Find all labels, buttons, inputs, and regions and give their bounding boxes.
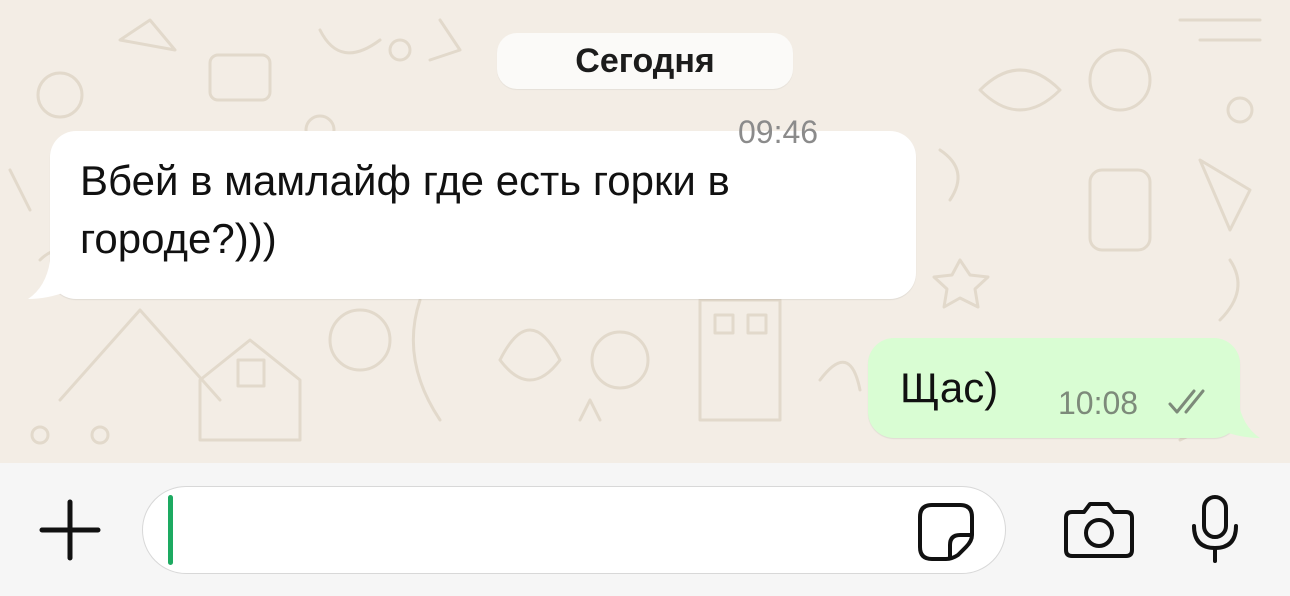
bubble-tail xyxy=(1220,400,1260,438)
chat-area[interactable]: Сегодня Вбей в мамлайф где есть горки в … xyxy=(0,0,1290,463)
message-time: 09:46 xyxy=(738,114,819,150)
outgoing-message[interactable]: Щас) 10:08 xyxy=(868,338,1260,438)
message-text: Вбей в мамлайф где есть горки в городе?)… xyxy=(80,157,730,262)
message-time: 10:08 xyxy=(1058,385,1139,421)
date-label: Сегодня xyxy=(575,41,715,80)
incoming-message[interactable]: Вбей в мамлайф где есть горки в городе?)… xyxy=(28,114,916,299)
sticker-icon[interactable] xyxy=(916,501,976,561)
text-cursor xyxy=(168,495,173,565)
bubble-tail xyxy=(28,261,68,299)
double-check-icon xyxy=(1168,389,1205,414)
microphone-icon[interactable] xyxy=(1186,494,1244,564)
message-input[interactable] xyxy=(142,486,1006,574)
message-text: Щас) xyxy=(900,364,999,411)
date-separator: Сегодня xyxy=(497,33,793,89)
camera-icon[interactable] xyxy=(1062,500,1136,560)
plus-icon[interactable] xyxy=(38,498,102,562)
